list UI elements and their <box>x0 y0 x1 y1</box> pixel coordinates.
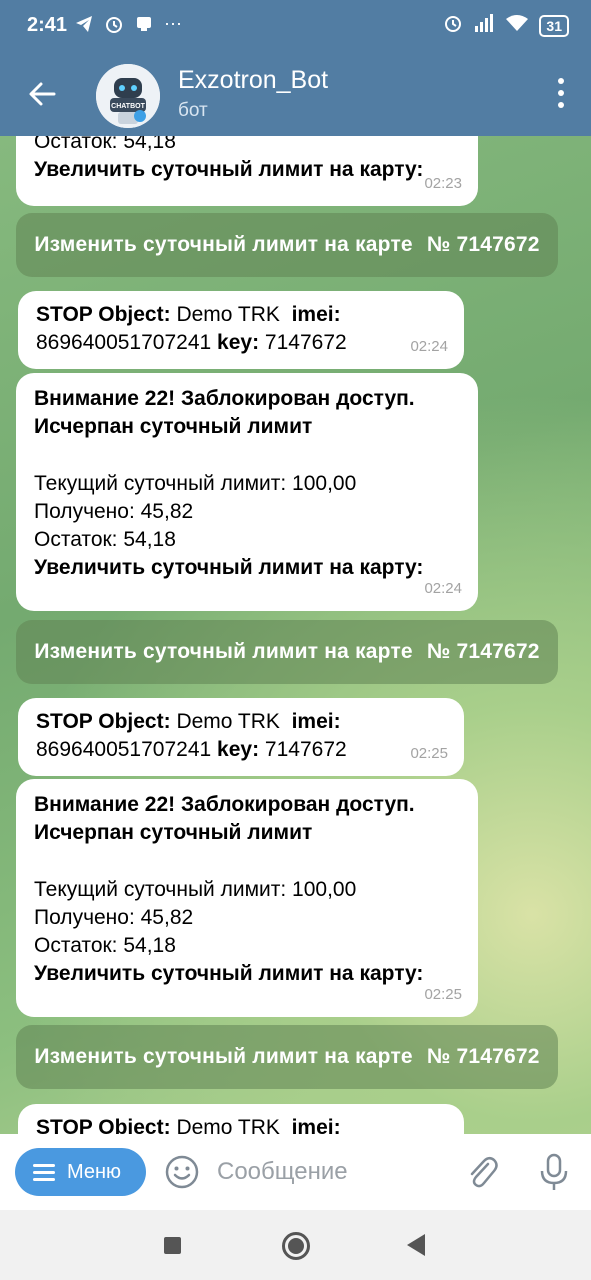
chat-header: CHATBOT Exzotron_Bot бот <box>0 52 591 136</box>
message-line: Получено: 45,82 <box>34 500 194 523</box>
message-time: 02:24 <box>424 580 462 597</box>
back-button[interactable] <box>24 76 60 112</box>
alarm-icon <box>104 14 124 39</box>
more-options-button[interactable] <box>555 78 567 112</box>
change-limit-button[interactable]: Изменить суточный лимит на карте № 714767… <box>16 213 558 277</box>
message-line: Остаток: 54,18 <box>34 934 176 957</box>
message-line: Исчерпан суточный лимит <box>34 415 313 438</box>
message-composer: Меню <box>0 1134 591 1210</box>
message-line: Внимание 22! Заблокирован доступ. <box>34 793 415 816</box>
message-bubble: STOP Object: Demo TRK imei: 869640051707… <box>18 291 464 369</box>
back-triangle-icon[interactable] <box>407 1234 425 1256</box>
message-time: 02:24 <box>410 338 448 355</box>
chat-icon <box>134 14 154 39</box>
avatar-label: CHATBOT <box>111 103 145 110</box>
message-line: Внимание 22! Заблокирован доступ. <box>34 387 415 410</box>
message-line: Получено: 45,82 <box>34 906 194 929</box>
message-line: Увеличить суточный лимит на карту: <box>34 962 424 985</box>
microphone-icon <box>540 1153 568 1190</box>
message-bubble: Внимание 22! Заблокирован доступ. Исчерп… <box>16 779 478 1017</box>
battery-indicator: 31 <box>539 14 569 37</box>
message-line: Исчерпан суточный лимит <box>34 821 313 844</box>
menu-icon <box>33 1160 55 1185</box>
chat-messages[interactable]: Остаток: 54,18 Увеличить суточный лимит … <box>0 136 591 1134</box>
message-line: Остаток: 54,18 <box>34 528 176 551</box>
status-bar: 2:41 ⋯ 31 <box>0 0 591 52</box>
signal-icon <box>473 14 495 37</box>
arrow-left-icon <box>29 82 56 106</box>
message-line: Увеличить суточный лимит на карту: <box>34 158 424 181</box>
message-line: Текущий суточный лимит: 100,00 <box>34 878 357 901</box>
paperclip-icon <box>470 1157 498 1188</box>
telegram-icon <box>74 14 94 39</box>
more-notifications-icon: ⋯ <box>164 14 182 34</box>
message-bubble: STOP Object: Demo TRK imei: 869640051707… <box>18 698 464 776</box>
attach-button[interactable] <box>464 1152 500 1192</box>
emoji-button[interactable] <box>164 1154 200 1190</box>
robot-icon: CHATBOT <box>96 64 160 128</box>
chat-title[interactable]: Exzotron_Bot <box>178 66 328 95</box>
change-limit-button[interactable]: Изменить суточный лимит на карте № 714767… <box>16 620 558 684</box>
status-notification-icons: ⋯ <box>74 14 182 39</box>
message-line: Остаток: 54,18 <box>34 136 176 153</box>
message-bubble: STOP Object: Demo TRK imei: <box>18 1104 464 1134</box>
bot-menu-button[interactable]: Меню <box>15 1148 146 1196</box>
more-vertical-icon <box>558 78 564 84</box>
wifi-icon <box>505 14 529 37</box>
microphone-button[interactable] <box>537 1152 571 1192</box>
message-input[interactable] <box>217 1154 447 1190</box>
status-system-icons: 31 <box>443 13 569 38</box>
status-time: 2:41 <box>27 14 68 36</box>
message-time: 02:25 <box>410 745 448 762</box>
message-time: 02:23 <box>424 175 462 192</box>
alarm-icon <box>443 13 463 38</box>
change-limit-button[interactable]: Изменить суточный лимит на карте № 714767… <box>16 1025 558 1089</box>
message-line: Увеличить суточный лимит на карту: <box>34 556 424 579</box>
recent-apps-icon[interactable] <box>164 1237 181 1254</box>
chat-subtitle: бот <box>178 100 208 121</box>
emoji-icon <box>165 1155 199 1189</box>
message-time: 02:25 <box>424 986 462 1003</box>
avatar[interactable]: CHATBOT <box>96 64 160 128</box>
message-line: Текущий суточный лимит: 100,00 <box>34 472 357 495</box>
message-bubble: Внимание 22! Заблокирован доступ. Исчерп… <box>16 373 478 611</box>
system-navigation-bar <box>0 1210 591 1280</box>
message-bubble: Остаток: 54,18 Увеличить суточный лимит … <box>16 136 478 206</box>
home-icon[interactable] <box>282 1232 310 1260</box>
